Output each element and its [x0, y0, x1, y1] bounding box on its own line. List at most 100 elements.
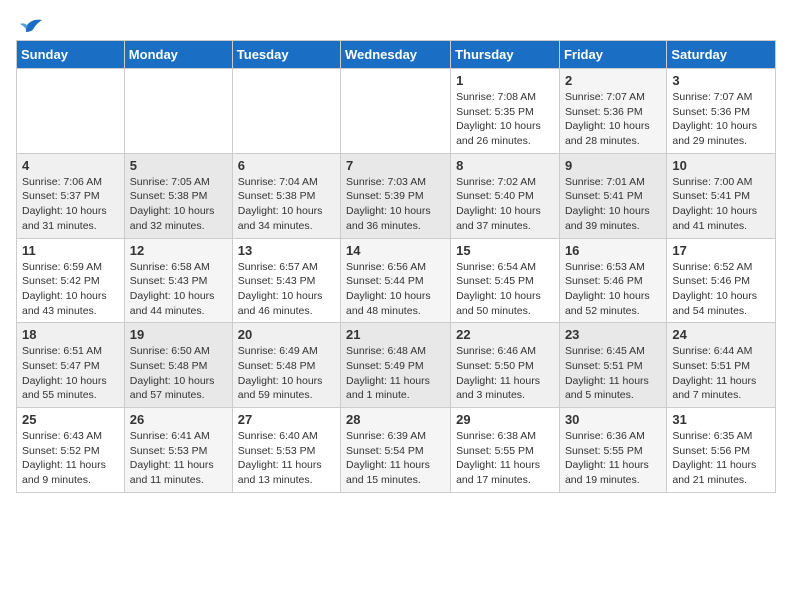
- day-detail: Sunrise: 7:07 AM Sunset: 5:36 PM Dayligh…: [565, 90, 661, 149]
- calendar-cell: [124, 69, 232, 154]
- calendar-cell: 17 Sunrise: 6:52 AM Sunset: 5:46 PM Dayli…: [667, 238, 776, 323]
- day-detail: Sunrise: 7:03 AM Sunset: 5:39 PM Dayligh…: [346, 175, 445, 234]
- logo-bird-icon: [18, 16, 44, 36]
- day-detail: Sunrise: 6:54 AM Sunset: 5:45 PM Dayligh…: [456, 260, 554, 319]
- day-detail: Sunrise: 6:45 AM Sunset: 5:51 PM Dayligh…: [565, 344, 661, 403]
- day-detail: Sunrise: 7:00 AM Sunset: 5:41 PM Dayligh…: [672, 175, 770, 234]
- calendar-cell: 12Sunrise: 6:58 AM Sunset: 5:43 PM Dayli…: [124, 238, 232, 323]
- calendar-cell: 5 Sunrise: 7:05 AM Sunset: 5:38 PM Daylig…: [124, 153, 232, 238]
- day-number: 3: [672, 73, 770, 88]
- calendar-cell: 10 Sunrise: 7:00 AM Sunset: 5:41 PM Dayli…: [667, 153, 776, 238]
- day-number: 13: [238, 243, 335, 258]
- day-number: 4: [22, 158, 119, 173]
- day-number: 16: [565, 243, 661, 258]
- calendar-cell: 2 Sunrise: 7:07 AM Sunset: 5:36 PM Daylig…: [559, 69, 666, 154]
- day-detail: Sunrise: 7:07 AM Sunset: 5:36 PM Dayligh…: [672, 90, 770, 149]
- day-detail: Sunrise: 6:40 AM Sunset: 5:53 PM Dayligh…: [238, 429, 335, 488]
- day-detail: Sunrise: 6:51 AM Sunset: 5:47 PM Dayligh…: [22, 344, 119, 403]
- day-detail: Sunrise: 6:50 AM Sunset: 5:48 PM Dayligh…: [130, 344, 227, 403]
- calendar-week-row: 18 Sunrise: 6:51 AM Sunset: 5:47 PM Dayli…: [17, 323, 776, 408]
- day-number: 1: [456, 73, 554, 88]
- weekday-header-thursday: Thursday: [451, 41, 560, 69]
- day-detail: Sunrise: 7:02 AM Sunset: 5:40 PM Dayligh…: [456, 175, 554, 234]
- day-detail: Sunrise: 6:53 AM Sunset: 5:46 PM Dayligh…: [565, 260, 661, 319]
- calendar-cell: 26 Sunrise: 6:41 AM Sunset: 5:53 PM Dayli…: [124, 408, 232, 493]
- calendar-cell: 25Sunrise: 6:43 AM Sunset: 5:52 PM Dayli…: [17, 408, 125, 493]
- day-detail: Sunrise: 6:35 AM Sunset: 5:56 PM Dayligh…: [672, 429, 770, 488]
- day-number: 6: [238, 158, 335, 173]
- day-number: 15: [456, 243, 554, 258]
- day-number: 5: [130, 158, 227, 173]
- day-detail: Sunrise: 6:43 AM Sunset: 5:52 PM Dayligh…: [22, 429, 119, 488]
- calendar-cell: 6 Sunrise: 7:04 AM Sunset: 5:38 PM Daylig…: [232, 153, 340, 238]
- logo: [16, 16, 44, 32]
- day-number: 26: [130, 412, 227, 427]
- day-detail: Sunrise: 6:41 AM Sunset: 5:53 PM Dayligh…: [130, 429, 227, 488]
- calendar-cell: 9 Sunrise: 7:01 AM Sunset: 5:41 PM Daylig…: [559, 153, 666, 238]
- day-number: 2: [565, 73, 661, 88]
- calendar-cell: 11Sunrise: 6:59 AM Sunset: 5:42 PM Dayli…: [17, 238, 125, 323]
- calendar-cell: 19 Sunrise: 6:50 AM Sunset: 5:48 PM Dayli…: [124, 323, 232, 408]
- calendar-cell: 21 Sunrise: 6:48 AM Sunset: 5:49 PM Dayli…: [341, 323, 451, 408]
- day-number: 14: [346, 243, 445, 258]
- weekday-header-friday: Friday: [559, 41, 666, 69]
- calendar-cell: 20 Sunrise: 6:49 AM Sunset: 5:48 PM Dayli…: [232, 323, 340, 408]
- day-number: 24: [672, 327, 770, 342]
- day-detail: Sunrise: 7:01 AM Sunset: 5:41 PM Dayligh…: [565, 175, 661, 234]
- calendar-week-row: 25Sunrise: 6:43 AM Sunset: 5:52 PM Dayli…: [17, 408, 776, 493]
- calendar-header-row: SundayMondayTuesdayWednesdayThursdayFrid…: [17, 41, 776, 69]
- day-detail: Sunrise: 6:39 AM Sunset: 5:54 PM Dayligh…: [346, 429, 445, 488]
- day-number: 31: [672, 412, 770, 427]
- calendar-cell: [341, 69, 451, 154]
- calendar-cell: 23 Sunrise: 6:45 AM Sunset: 5:51 PM Dayli…: [559, 323, 666, 408]
- day-number: 10: [672, 158, 770, 173]
- day-number: 19: [130, 327, 227, 342]
- day-number: 23: [565, 327, 661, 342]
- calendar-cell: 30 Sunrise: 6:36 AM Sunset: 5:55 PM Dayli…: [559, 408, 666, 493]
- day-number: 21: [346, 327, 445, 342]
- calendar-cell: 15 Sunrise: 6:54 AM Sunset: 5:45 PM Dayli…: [451, 238, 560, 323]
- day-detail: Sunrise: 7:04 AM Sunset: 5:38 PM Dayligh…: [238, 175, 335, 234]
- day-number: 30: [565, 412, 661, 427]
- day-number: 9: [565, 158, 661, 173]
- calendar-cell: [232, 69, 340, 154]
- day-number: 27: [238, 412, 335, 427]
- day-detail: Sunrise: 7:06 AM Sunset: 5:37 PM Dayligh…: [22, 175, 119, 234]
- calendar-cell: 18 Sunrise: 6:51 AM Sunset: 5:47 PM Dayli…: [17, 323, 125, 408]
- day-number: 20: [238, 327, 335, 342]
- day-detail: Sunrise: 6:36 AM Sunset: 5:55 PM Dayligh…: [565, 429, 661, 488]
- calendar-cell: 24 Sunrise: 6:44 AM Sunset: 5:51 PM Dayli…: [667, 323, 776, 408]
- calendar-cell: 16 Sunrise: 6:53 AM Sunset: 5:46 PM Dayli…: [559, 238, 666, 323]
- day-detail: Sunrise: 6:46 AM Sunset: 5:50 PM Dayligh…: [456, 344, 554, 403]
- page-header: [16, 16, 776, 32]
- day-detail: Sunrise: 7:08 AM Sunset: 5:35 PM Dayligh…: [456, 90, 554, 149]
- day-detail: Sunrise: 7:05 AM Sunset: 5:38 PM Dayligh…: [130, 175, 227, 234]
- day-detail: Sunrise: 6:38 AM Sunset: 5:55 PM Dayligh…: [456, 429, 554, 488]
- day-detail: Sunrise: 6:57 AM Sunset: 5:43 PM Dayligh…: [238, 260, 335, 319]
- calendar-cell: 1 Sunrise: 7:08 AM Sunset: 5:35 PM Daylig…: [451, 69, 560, 154]
- day-detail: Sunrise: 6:49 AM Sunset: 5:48 PM Dayligh…: [238, 344, 335, 403]
- calendar-cell: 3 Sunrise: 7:07 AM Sunset: 5:36 PM Daylig…: [667, 69, 776, 154]
- weekday-header-wednesday: Wednesday: [341, 41, 451, 69]
- day-number: 22: [456, 327, 554, 342]
- day-number: 18: [22, 327, 119, 342]
- day-number: 7: [346, 158, 445, 173]
- calendar-week-row: 11Sunrise: 6:59 AM Sunset: 5:42 PM Dayli…: [17, 238, 776, 323]
- day-detail: Sunrise: 6:48 AM Sunset: 5:49 PM Dayligh…: [346, 344, 445, 403]
- calendar-cell: 31 Sunrise: 6:35 AM Sunset: 5:56 PM Dayli…: [667, 408, 776, 493]
- calendar-cell: 28 Sunrise: 6:39 AM Sunset: 5:54 PM Dayli…: [341, 408, 451, 493]
- day-detail: Sunrise: 6:52 AM Sunset: 5:46 PM Dayligh…: [672, 260, 770, 319]
- weekday-header-saturday: Saturday: [667, 41, 776, 69]
- calendar-week-row: 4 Sunrise: 7:06 AM Sunset: 5:37 PM Daylig…: [17, 153, 776, 238]
- calendar-cell: 14 Sunrise: 6:56 AM Sunset: 5:44 PM Dayli…: [341, 238, 451, 323]
- day-detail: Sunrise: 6:44 AM Sunset: 5:51 PM Dayligh…: [672, 344, 770, 403]
- day-number: 12: [130, 243, 227, 258]
- day-number: 17: [672, 243, 770, 258]
- calendar-week-row: 1 Sunrise: 7:08 AM Sunset: 5:35 PM Daylig…: [17, 69, 776, 154]
- calendar-cell: 22 Sunrise: 6:46 AM Sunset: 5:50 PM Dayli…: [451, 323, 560, 408]
- day-number: 8: [456, 158, 554, 173]
- calendar-cell: 8 Sunrise: 7:02 AM Sunset: 5:40 PM Daylig…: [451, 153, 560, 238]
- day-number: 28: [346, 412, 445, 427]
- day-detail: Sunrise: 6:56 AM Sunset: 5:44 PM Dayligh…: [346, 260, 445, 319]
- weekday-header-monday: Monday: [124, 41, 232, 69]
